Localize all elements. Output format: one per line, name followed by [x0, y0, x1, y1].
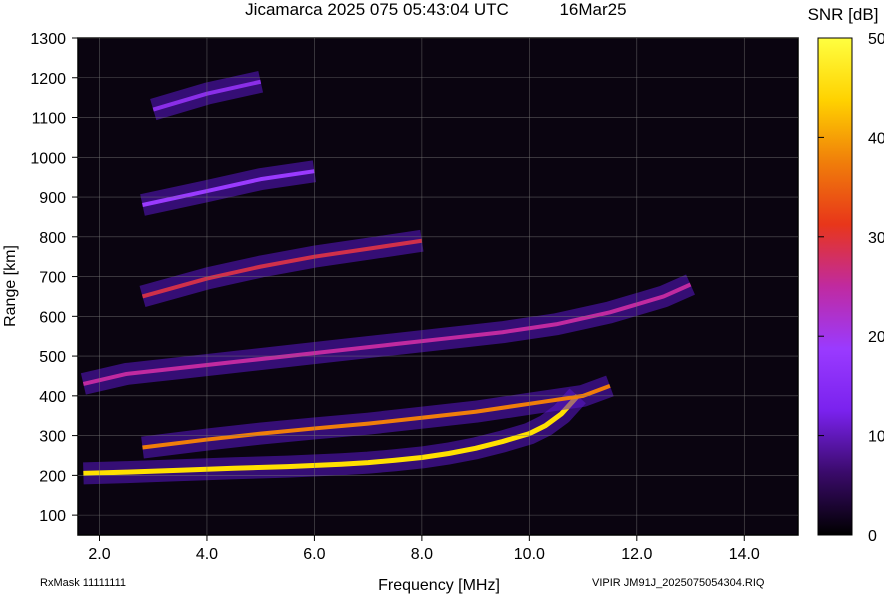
y-tick-label: 300 — [39, 429, 66, 446]
x-tick-label: 10.0 — [514, 546, 545, 563]
colorbar-tick-label: 30 — [868, 230, 884, 247]
x-axis-label: Frequency [MHz] — [378, 577, 500, 594]
x-axis: 2.0 4.0 6.0 8.0 10.0 12.0 14.0 — [88, 535, 760, 563]
colorbar-tick-label: 40 — [868, 130, 884, 147]
x-tick-label: 2.0 — [88, 546, 110, 563]
y-tick-label: 1100 — [32, 111, 67, 128]
colorbar-tick-label: 0 — [868, 528, 877, 545]
chart-date: 16Mar25 — [559, 0, 626, 19]
chart-title: Jicamarca 2025 075 05:43:04 UTC — [245, 0, 509, 19]
y-tick-label: 1000 — [30, 150, 66, 167]
colorbar-tick-label: 20 — [868, 329, 884, 346]
colorbar-tick-label: 10 — [868, 429, 884, 446]
y-tick-label: 1300 — [30, 31, 66, 48]
y-tick-label: 500 — [39, 349, 66, 366]
y-tick-label: 600 — [39, 309, 66, 326]
rxmask-label: RxMask 11111111 — [40, 577, 126, 589]
colorbar — [817, 37, 853, 536]
file-label: VIPIR JM91J_2025075054304.RIQ — [592, 577, 765, 589]
x-tick-label: 12.0 — [621, 546, 652, 563]
x-tick-label: 4.0 — [196, 546, 218, 563]
x-tick-label: 6.0 — [303, 546, 325, 563]
y-tick-label: 100 — [39, 508, 66, 525]
y-tick-label: 900 — [39, 190, 66, 207]
y-axis: 100 200 300 400 500 600 700 800 900 1000 1100 1200 1… — [30, 31, 78, 525]
y-tick-label: 700 — [39, 270, 66, 287]
colorbar-tick-label: 50 — [868, 31, 884, 48]
y-tick-label: 1200 — [30, 71, 66, 88]
y-axis-label: Range [km] — [2, 245, 19, 327]
y-tick-label: 800 — [39, 230, 66, 247]
y-tick-label: 400 — [39, 389, 66, 406]
colorbar-label: SNR [dB] — [808, 5, 879, 24]
x-tick-label: 14.0 — [729, 546, 760, 563]
x-tick-label: 8.0 — [411, 546, 433, 563]
ionogram-chart: Jicamarca 2025 075 05:43:04 UTC 16Mar25 … — [2, 0, 884, 594]
y-tick-label: 200 — [39, 468, 66, 485]
